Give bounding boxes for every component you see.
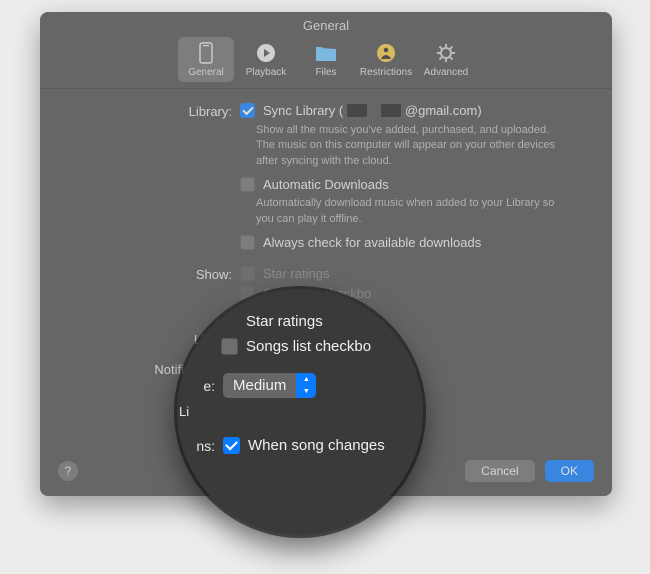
library-label: Library: <box>64 103 232 119</box>
window-title: General <box>40 12 612 35</box>
restrictions-icon <box>374 41 398 65</box>
folder-icon <box>314 41 338 65</box>
auto-downloads-checkbox[interactable] <box>240 177 255 192</box>
tab-advanced[interactable]: Advanced <box>418 37 474 82</box>
list-size-value: Medium <box>223 377 296 394</box>
show-label: Show: <box>64 266 232 282</box>
sync-help-text: Show all the music you've added, purchas… <box>256 123 566 169</box>
magnifier-lens: Star ratings Songs list checkbo e: Mediu… <box>177 289 423 535</box>
auto-downloads-label: Automatic Downloads <box>263 177 389 192</box>
select-arrows-icon: ▲▼ <box>296 373 316 398</box>
tab-playback[interactable]: Playback <box>238 37 294 82</box>
ok-button[interactable]: OK <box>545 460 594 482</box>
gear-icon <box>434 41 458 65</box>
size-label-fragment: e: <box>177 378 223 394</box>
tab-label: General <box>188 67 224 78</box>
always-check-checkbox[interactable] <box>240 235 255 250</box>
star-ratings-checkbox[interactable] <box>240 266 255 281</box>
notifications-label-left: Notifi <box>64 361 184 377</box>
redacted-block <box>347 104 367 117</box>
redacted-block <box>381 104 401 117</box>
when-song-changes-checkbox[interactable] <box>223 437 240 454</box>
tab-label: Playback <box>246 67 287 78</box>
sync-library-checkbox[interactable] <box>240 103 255 118</box>
always-check-label: Always check for available downloads <box>263 235 481 250</box>
tab-restrictions[interactable]: Restrictions <box>358 37 414 82</box>
tab-files[interactable]: Files <box>298 37 354 82</box>
preferences-toolbar: General Playback Files Restrictions Adva… <box>40 35 612 89</box>
help-button[interactable]: ? <box>58 461 78 481</box>
tab-general[interactable]: General <box>178 37 234 82</box>
tab-label: Advanced <box>424 67 468 78</box>
li-fragment-zoom: Li <box>177 404 197 419</box>
auto-help-text: Automatically download music when added … <box>256 196 566 227</box>
play-icon <box>254 41 278 65</box>
general-icon <box>194 41 218 65</box>
notifications-label-right: ns: <box>177 438 223 454</box>
cancel-button[interactable]: Cancel <box>465 460 534 482</box>
star-ratings-label: Star ratings <box>263 266 329 281</box>
tab-label: Restrictions <box>360 67 412 78</box>
sync-library-text: Sync Library ( @gmail.com) <box>263 103 482 118</box>
star-ratings-label-zoom: Star ratings <box>246 313 323 330</box>
when-song-changes-label: When song changes <box>248 437 385 454</box>
songs-list-label-zoom: Songs list checkbo <box>246 338 371 355</box>
songs-list-checkbox-zoom[interactable] <box>221 338 238 355</box>
tab-label: Files <box>315 67 336 78</box>
list-size-select[interactable]: Medium ▲▼ <box>223 373 316 398</box>
